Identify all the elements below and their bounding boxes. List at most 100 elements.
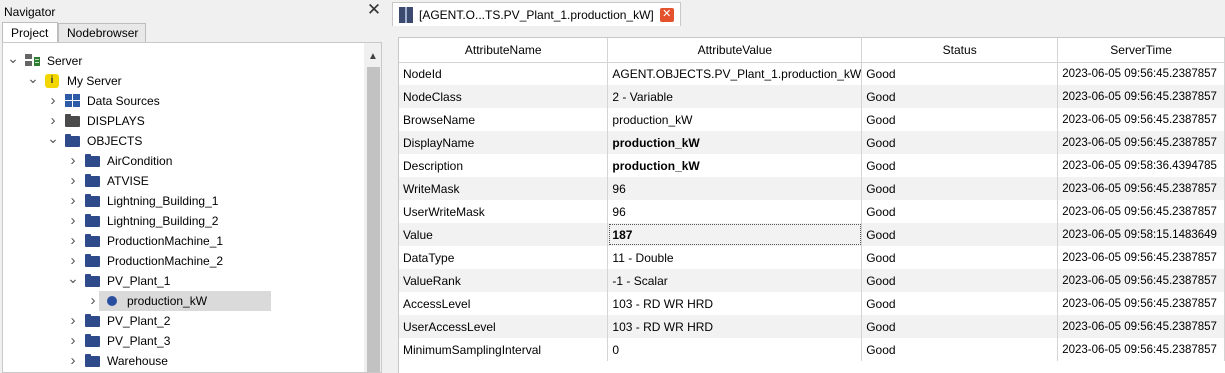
attribute-name-cell: UserAccessLevel [399,315,609,338]
attribute-editor-panel: [AGENT.O...TS.PV_Plant_1.production_kW] … [386,0,1225,373]
table-row[interactable]: WriteMask 96 Good 2023-06-05 09:56:45.23878… [399,177,1225,200]
chevron-right-icon[interactable]: › [67,351,79,371]
chevron-right-icon[interactable]: › [47,91,59,111]
chevron-right-icon[interactable]: › [67,191,79,211]
attribute-value-cell[interactable]: 187 [607,223,863,246]
tab-nodebrowser[interactable]: Nodebrowser [58,23,146,43]
column-header-attributename[interactable]: AttributeName [399,38,609,63]
tree-item[interactable]: › Warehouse [3,351,363,371]
status-cell: Good [861,177,1059,200]
attribute-name-cell: WriteMask [399,177,609,200]
attribute-value-cell[interactable]: -1 - Scalar [607,269,863,292]
chevron-right-icon[interactable]: › [67,171,79,191]
tree-scrollbar[interactable]: ▲ [364,43,381,372]
tree-item-label: My Server [67,74,122,88]
folder-icon [85,194,100,207]
chevron-right-icon[interactable]: › [47,111,59,131]
chevron-right-icon[interactable]: › [67,311,79,331]
attribute-value-cell[interactable]: 2 - Variable [607,85,863,108]
chevron-down-icon[interactable]: ⌄ [67,271,79,291]
attribute-value-cell[interactable]: 11 - Double [607,246,863,269]
table-row[interactable]: Value 187 Good 2023-06-05 09:58:15.1483649 [399,223,1225,246]
attribute-value-cell[interactable]: 103 - RD WR HRD [607,315,863,338]
attribute-name-cell: Value [399,223,609,246]
attribute-value-cell[interactable]: 96 [607,177,863,200]
folder-icon [85,354,100,367]
tree-item[interactable]: › ATVISE [3,171,363,191]
column-header-servertime[interactable]: ServerTime [1057,38,1225,63]
attribute-value-cell[interactable]: production_kW [607,131,863,154]
document-tab[interactable]: [AGENT.O...TS.PV_Plant_1.production_kW] … [392,2,681,26]
chevron-right-icon[interactable]: › [67,331,79,351]
status-cell: Good [861,269,1059,292]
tree-item[interactable]: ⌄ Server [3,51,363,71]
server-icon [25,54,41,68]
tree-item[interactable]: › production_kW [3,291,363,311]
status-cell: Good [861,246,1059,269]
table-row[interactable]: AccessLevel 103 - RD WR HRD Good 2023-06-05… [399,292,1225,315]
attribute-name-cell: MinimumSamplingInterval [399,338,609,361]
chevron-right-icon[interactable]: › [67,151,79,171]
attribute-value-cell[interactable]: production_kW [607,154,863,177]
attribute-name-cell: UserWriteMask [399,200,609,223]
tree-item[interactable]: › ProductionMachine_2 [3,251,363,271]
tree-item-label: Data Sources [87,94,160,108]
tree-item[interactable]: ⌄ PV_Plant_1 [3,271,363,291]
table-row[interactable]: UserWriteMask 96 Good 2023-06-05 09:56:45.2… [399,200,1225,223]
tree-item[interactable]: › ProductionMachine_1 [3,231,363,251]
close-icon[interactable]: ✕ [366,1,382,18]
scroll-up-arrow-icon[interactable]: ▲ [364,51,381,63]
table-row[interactable]: ValueRank -1 - Scalar Good 2023-06-05 09:56… [399,269,1225,292]
tree-item[interactable]: › DISPLAYS [3,111,363,131]
attribute-name-cell: ValueRank [399,269,609,292]
tree-item[interactable]: › PV_Plant_2 [3,311,363,331]
chevron-down-icon[interactable]: ⌄ [7,51,19,71]
attribute-value-cell[interactable]: AGENT.OBJECTS.PV_Plant_1.production_kW [607,62,863,85]
tree-item[interactable]: › PV_Plant_3 [3,331,363,351]
tree-item-label: ATVISE [107,174,149,188]
table-row[interactable]: DataType 11 - Double Good 2023-06-05 09:56:… [399,246,1225,269]
table-row[interactable]: Description production_kW Good 2023-06-05 0… [399,154,1225,177]
chevron-down-icon[interactable]: ⌄ [47,131,59,151]
tree-item[interactable]: › Lightning_Building_1 [3,191,363,211]
tab-project[interactable]: Project [2,22,58,43]
tree-item[interactable]: › AirCondition [3,151,363,171]
variable-node-icon [107,296,117,306]
chevron-right-icon[interactable]: › [67,231,79,251]
project-tree: ⌄ Server ⌄ i My Server › Data Sources › DISPLAYS… [2,42,382,373]
table-row[interactable]: NodeId AGENT.OBJECTS.PV_Plant_1.productio… [399,62,1225,85]
grid-icon [65,94,80,108]
tree-item-label: PV_Plant_2 [107,314,171,328]
column-header-status[interactable]: Status [861,38,1059,63]
tree-item[interactable]: ⌄ i My Server [3,71,363,91]
chevron-right-icon[interactable]: › [87,291,99,311]
folder-icon [85,334,100,347]
chevron-right-icon[interactable]: › [67,251,79,271]
chevron-right-icon[interactable]: › [67,211,79,231]
table-row[interactable]: NodeClass 2 - Variable Good 2023-06-05 09:5… [399,85,1225,108]
column-header-attributevalue[interactable]: AttributeValue [607,38,863,63]
scrollbar-thumb[interactable] [367,67,380,372]
table-row[interactable]: UserAccessLevel 103 - RD WR HRD Good 2023-0… [399,315,1225,338]
document-tab-title: [AGENT.O...TS.PV_Plant_1.production_kW] [419,7,654,22]
attribute-value-cell[interactable]: production_kW [607,108,863,131]
my-server-icon: i [45,74,59,88]
close-tab-icon[interactable]: ✕ [659,7,674,22]
navigator-title: Navigator [4,5,56,19]
attribute-value-cell[interactable]: 103 - RD WR HRD [607,292,863,315]
folder-icon [65,134,80,147]
server-time-cell: 2023-06-05 09:56:45.2387857 [1057,246,1225,269]
tree-item[interactable]: › Lightning_Building_2 [3,211,363,231]
table-row[interactable]: BrowseName production_kW Good 2023-06-05 09… [399,108,1225,131]
tree-item[interactable]: ⌄ OBJECTS [3,131,363,151]
table-row[interactable]: DisplayName production_kW Good 2023-06-05 0… [399,131,1225,154]
table-row[interactable]: MinimumSamplingInterval 0 Good 2023-06-05 0… [399,338,1225,361]
status-cell: Good [861,223,1059,246]
tree-item-label: PV_Plant_1 [107,274,171,288]
tree-item-label: Server [47,54,83,68]
attribute-value-cell[interactable]: 96 [607,200,863,223]
server-time-cell: 2023-06-05 09:56:45.2387857 [1057,131,1225,154]
tree-item[interactable]: › Data Sources [3,91,363,111]
chevron-down-icon[interactable]: ⌄ [27,71,39,91]
attribute-value-cell[interactable]: 0 [607,338,863,361]
